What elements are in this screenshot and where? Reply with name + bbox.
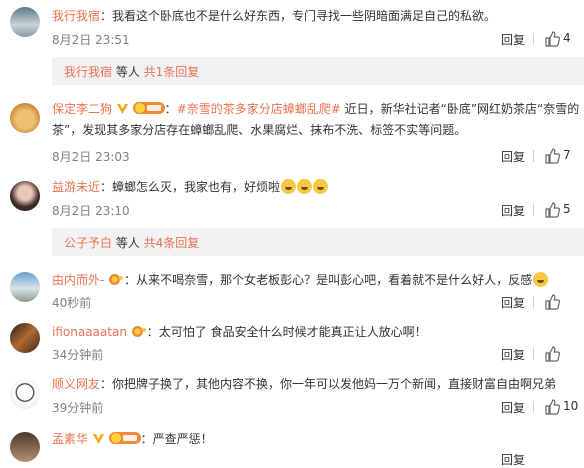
fan-badge-icon [109, 274, 124, 285]
sub-reply-text: 等人 [112, 65, 144, 79]
laugh-cry-emoji [533, 272, 549, 287]
username[interactable]: 孟素华 [52, 432, 88, 446]
avatar[interactable] [10, 7, 40, 37]
reply-button[interactable]: 回复 [501, 202, 525, 219]
thumb-up-icon[interactable] [544, 202, 560, 218]
avatar[interactable] [10, 379, 40, 409]
username[interactable]: 顺义网友 [52, 377, 100, 391]
reply-button[interactable]: 回复 [501, 399, 525, 416]
sub-reply-user[interactable]: 我行我宿 [64, 65, 112, 79]
reply-button[interactable]: 回复 [501, 148, 525, 165]
comment-text: ：蟑螂怎么灭，我家也有，好烦啦 [100, 180, 281, 194]
timestamp: 40秒前 [52, 296, 92, 310]
sub-reply-box[interactable]: 公子予白 等人 共4条回复 [52, 228, 584, 256]
timestamp: 8月2日 23:10 [52, 204, 130, 218]
avatar[interactable] [10, 272, 40, 302]
avatar[interactable] [10, 432, 40, 462]
comment-text: ：严查严惩！ [140, 432, 213, 446]
thumb-up-icon[interactable] [544, 399, 560, 415]
comment-text: 近日，新华社记者“卧底”网红奶茶店“奈雪的 [340, 102, 580, 116]
comment-text: ：从来不喝奈雪，那个女老板彭心？是叫彭心吧，看着就不是什么好人，反感 [124, 273, 533, 287]
timestamp: 8月2日 23:51 [52, 33, 130, 47]
vip-badge-icon [116, 104, 128, 114]
sub-reply-link[interactable]: 共4条回复 [144, 236, 200, 250]
divider [533, 296, 534, 308]
sub-reply-user[interactable]: 公子予白 [64, 236, 112, 250]
reply-button[interactable]: 回复 [501, 31, 525, 48]
divider [533, 401, 534, 413]
reply-button[interactable]: 回复 [501, 346, 525, 363]
username[interactable]: 益游未近 [52, 180, 100, 194]
fan-badge-icon [131, 326, 146, 337]
vip-badge-icon [92, 434, 104, 444]
comment-text-line2: 茶”，发现其多家分店存在蟑螂乱爬、水果腐烂、抹布不洗、标签不实等问题。 [52, 123, 467, 137]
laugh-cry-emoji [313, 179, 329, 194]
timestamp: 34分钟前 [52, 348, 104, 362]
fan-badge-icon [132, 102, 165, 114]
reply-button[interactable]: 回复 [501, 451, 525, 468]
avatar[interactable] [10, 323, 40, 353]
thumb-up-icon[interactable] [544, 294, 560, 310]
comment-text: ：太可怕了 食品安全什么时候才能真正让人放心啊！ [146, 325, 427, 339]
sub-reply-text: 等人 [112, 236, 144, 250]
divider [533, 204, 534, 216]
like-count: 7 [563, 148, 571, 162]
username[interactable]: 我行我宿 [52, 9, 100, 23]
thumb-up-icon[interactable] [544, 31, 560, 47]
comment-text: ：我看这个卧底也不是什么好东西，专门寻找一些阴暗面满足自己的私欲。 [100, 9, 497, 23]
like-count: 4 [563, 31, 571, 45]
comment-text: ：你把牌子换了，其他内容不换，你一年可以发他妈一万个新闻，直接财富自由啊兄弟 [100, 377, 557, 391]
like-count: 10 [563, 399, 579, 413]
sub-reply-box[interactable]: 我行我宿 等人 共1条回复 [52, 57, 584, 85]
username[interactable]: ifionaaaatan [52, 325, 127, 339]
laugh-cry-emoji [281, 179, 297, 194]
username[interactable]: 保定李二狗 [52, 102, 112, 116]
thumb-up-icon[interactable] [544, 148, 560, 164]
username[interactable]: 由内而外- [52, 273, 104, 287]
reply-button[interactable]: 回复 [501, 294, 525, 311]
timestamp: 39分钟前 [52, 401, 104, 415]
laugh-cry-emoji [297, 179, 313, 194]
hashtag-link[interactable]: #奈雪的茶多家分店蟑螂乱爬# [177, 102, 341, 116]
divider [533, 33, 534, 45]
timestamp: 8月2日 23:03 [52, 150, 130, 164]
divider [533, 348, 534, 360]
avatar[interactable] [10, 181, 40, 211]
thumb-up-icon[interactable] [544, 346, 560, 362]
divider [533, 150, 534, 162]
sub-reply-link[interactable]: 共1条回复 [144, 65, 200, 79]
fan-badge-icon [108, 432, 141, 444]
like-count: 5 [563, 202, 571, 216]
avatar[interactable] [10, 103, 40, 133]
